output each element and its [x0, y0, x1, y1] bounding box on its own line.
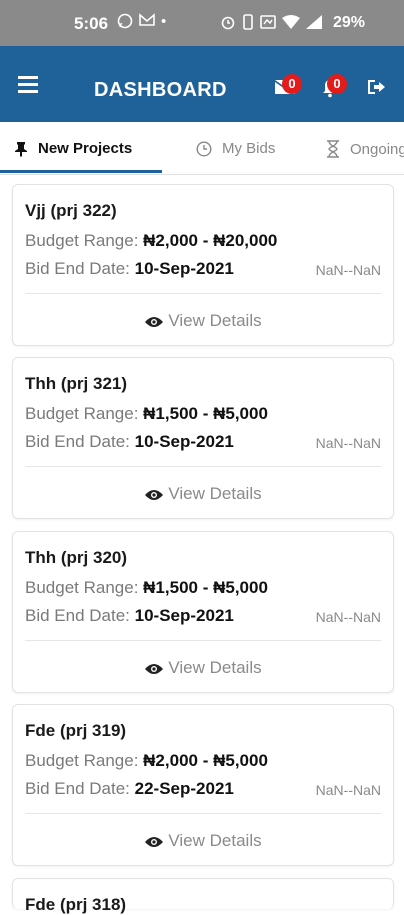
wifi-icon: [282, 15, 300, 33]
pin-icon: [15, 141, 27, 157]
eye-icon: [145, 489, 164, 500]
tab-label: My Bids: [222, 140, 276, 157]
budget-row: Budget Range: ₦1,500 - ₦5,000: [25, 404, 268, 423]
tab-my-bids[interactable]: My Bids: [196, 140, 275, 157]
messages-badge: 0: [282, 74, 302, 94]
divider: [25, 813, 381, 814]
hourglass-icon: [327, 140, 339, 158]
budget-value: ₦1,500 - ₦5,000: [143, 404, 268, 423]
dot-icon: •: [161, 13, 167, 30]
menu-icon[interactable]: [18, 76, 38, 97]
budget-row: Budget Range: ₦1,500 - ₦5,000: [25, 578, 268, 597]
tab-new-projects[interactable]: New Projects: [14, 140, 132, 157]
project-card: Thh (prj 320) Budget Range: ₦1,500 - ₦5,…: [12, 531, 394, 693]
notifications-badge: 0: [327, 74, 347, 94]
end-date-value: 10-Sep-2021: [134, 259, 234, 278]
end-date-value: 10-Sep-2021: [134, 606, 234, 625]
budget-value: ₦1,500 - ₦5,000: [143, 578, 268, 597]
project-title: Vjj (prj 322): [25, 201, 117, 220]
tab-ongoing[interactable]: Ongoing: [326, 140, 404, 158]
status-bar: 5:06 • 29%: [0, 0, 404, 46]
logout-button[interactable]: [366, 78, 388, 98]
notifications-button[interactable]: 0: [320, 74, 347, 98]
tab-label: New Projects: [38, 140, 133, 157]
end-date-row: Bid End Date: 10-Sep-2021: [25, 259, 234, 278]
project-card: Vjj (prj 322) Budget Range: ₦2,000 - ₦20…: [12, 184, 394, 346]
divider: [25, 640, 381, 641]
active-tab-indicator: [0, 170, 162, 173]
project-title: Thh (prj 321): [25, 374, 128, 393]
budget-value: ₦2,000 - ₦20,000: [143, 231, 278, 250]
countdown-text: NaN--NaN: [315, 262, 381, 278]
tab-label: Ongoing: [350, 140, 404, 158]
countdown-text: NaN--NaN: [315, 435, 381, 451]
project-card: Fde (prj 318): [12, 878, 394, 914]
budget-row: Budget Range: ₦2,000 - ₦20,000: [25, 231, 278, 250]
view-details-button[interactable]: View Details: [13, 484, 393, 504]
view-details-button[interactable]: View Details: [13, 831, 393, 851]
end-date-row: Bid End Date: 10-Sep-2021: [25, 432, 234, 451]
whatsapp-icon: [117, 13, 133, 33]
app-bar: DASHBOARD 0 0: [0, 46, 404, 122]
messages-button[interactable]: 0: [274, 74, 302, 98]
view-details-button[interactable]: View Details: [13, 311, 393, 331]
divider: [25, 466, 381, 467]
project-card: Thh (prj 321) Budget Range: ₦1,500 - ₦5,…: [12, 357, 394, 519]
countdown-text: NaN--NaN: [315, 609, 381, 625]
status-time: 5:06: [74, 14, 109, 33]
data-saver-icon: [260, 14, 276, 34]
end-date-value: 10-Sep-2021: [134, 432, 234, 451]
page-title: DASHBOARD: [94, 79, 227, 101]
eye-icon: [145, 316, 164, 327]
eye-icon: [145, 663, 164, 674]
end-date-row: Bid End Date: 22-Sep-2021: [25, 779, 234, 798]
view-details-button[interactable]: View Details: [13, 658, 393, 678]
end-date-row: Bid End Date: 10-Sep-2021: [25, 606, 234, 625]
countdown-text: NaN--NaN: [315, 782, 381, 798]
divider: [25, 293, 381, 294]
project-title: Fde (prj 319): [25, 721, 127, 740]
budget-value: ₦2,000 - ₦5,000: [143, 751, 268, 770]
project-title: Thh (prj 320): [25, 548, 128, 567]
battery-level: 29%: [333, 14, 366, 31]
eye-icon: [145, 836, 164, 847]
clock-icon: [196, 140, 212, 157]
tab-bar: New Projects My Bids Ongoing: [0, 122, 404, 175]
logout-icon: [368, 80, 385, 94]
project-title: Fde (prj 318): [25, 895, 127, 914]
signal-icon: [306, 15, 322, 33]
budget-row: Budget Range: ₦2,000 - ₦5,000: [25, 751, 268, 770]
end-date-value: 22-Sep-2021: [134, 779, 234, 798]
gmail-icon: [139, 13, 155, 33]
alarm-icon: [220, 14, 236, 34]
project-card: Fde (prj 319) Budget Range: ₦2,000 - ₦5,…: [12, 704, 394, 866]
vibrate-icon: [242, 14, 254, 34]
